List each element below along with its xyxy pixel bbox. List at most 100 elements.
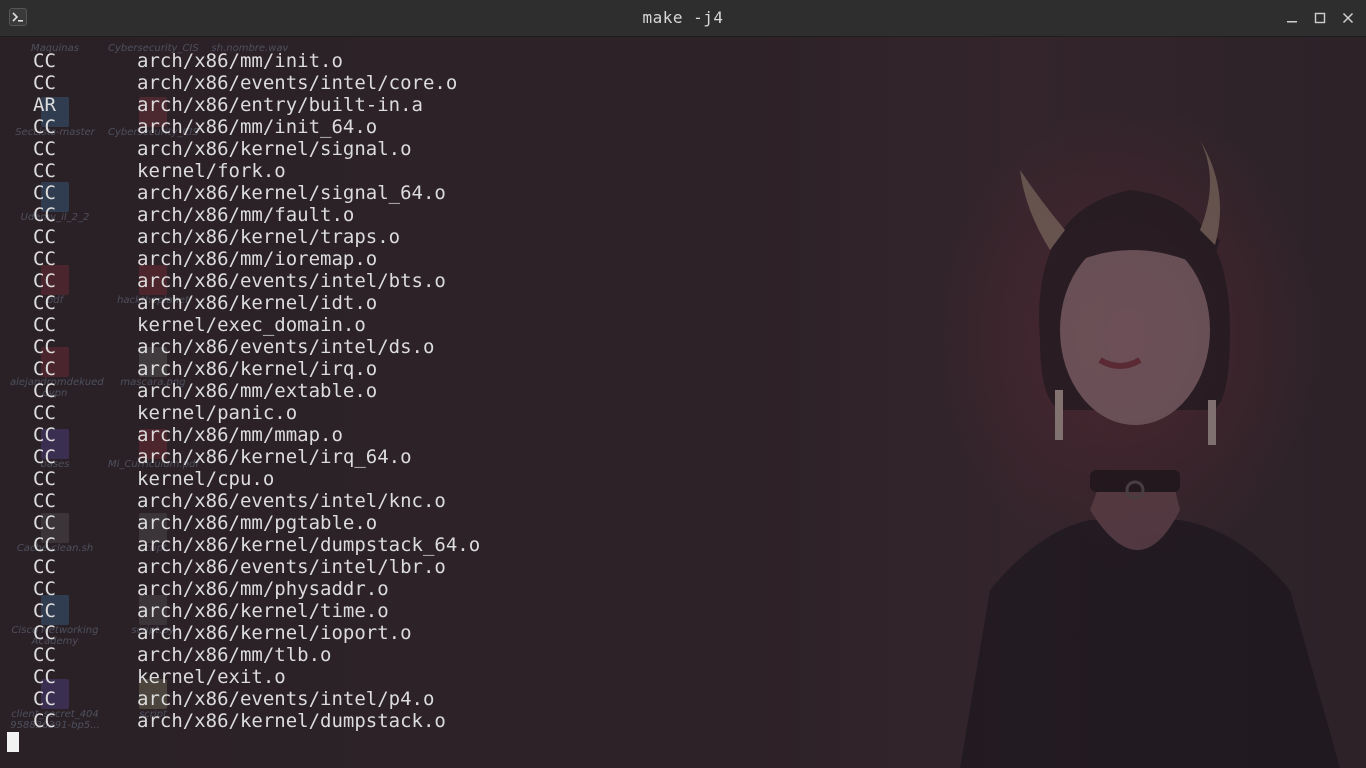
build-step: CC (33, 578, 56, 600)
output-line: CC arch/x86/kernel/irq.o (0, 358, 1366, 380)
close-icon[interactable] (1340, 10, 1356, 26)
output-line: CC arch/x86/kernel/idt.o (0, 292, 1366, 314)
build-step: CC (33, 182, 56, 204)
object-path: arch/x86/kernel/time.o (137, 600, 389, 622)
output-line: CC arch/x86/mm/init.o (0, 50, 1366, 72)
object-path: arch/x86/mm/pgtable.o (137, 512, 378, 534)
build-step: CC (33, 402, 56, 424)
build-step: CC (33, 72, 56, 94)
build-step: CC (33, 314, 56, 336)
object-path: arch/x86/events/intel/p4.o (137, 688, 435, 710)
build-step: AR (33, 94, 56, 116)
object-path: kernel/exit.o (137, 666, 286, 688)
object-path: arch/x86/mm/init_64.o (137, 116, 378, 138)
object-path: kernel/exec_domain.o (137, 314, 366, 336)
object-path: arch/x86/mm/tlb.o (137, 644, 332, 666)
build-step: CC (33, 292, 56, 314)
output-line: CC arch/x86/mm/tlb.o (0, 644, 1366, 666)
object-path: arch/x86/kernel/ioport.o (137, 622, 412, 644)
output-line: CC arch/x86/kernel/traps.o (0, 226, 1366, 248)
output-line: CC arch/x86/events/intel/lbr.o (0, 556, 1366, 578)
object-path: arch/x86/mm/extable.o (137, 380, 378, 402)
build-step: CC (33, 270, 56, 292)
object-path: kernel/panic.o (137, 402, 298, 424)
output-line: CC arch/x86/kernel/dumpstack.o (0, 710, 1366, 732)
output-line: CC arch/x86/events/intel/bts.o (0, 270, 1366, 292)
minimize-icon[interactable] (1284, 10, 1300, 26)
build-step: CC (33, 512, 56, 534)
output-line: CC arch/x86/events/intel/p4.o (0, 688, 1366, 710)
build-step: CC (33, 446, 56, 468)
object-path: arch/x86/kernel/traps.o (137, 226, 401, 248)
object-path: arch/x86/kernel/signal.o (137, 138, 412, 160)
build-step: CC (33, 490, 56, 512)
output-line: CC arch/x86/kernel/signal_64.o (0, 182, 1366, 204)
output-line: CC kernel/cpu.o (0, 468, 1366, 490)
object-path: arch/x86/kernel/irq_64.o (137, 446, 412, 468)
build-step: CC (33, 160, 56, 182)
object-path: arch/x86/kernel/irq.o (137, 358, 378, 380)
output-line: CC arch/x86/kernel/dumpstack_64.o (0, 534, 1366, 556)
terminal-window: Maquinas Cybersecurity_CIS sh.nombre.wav… (0, 0, 1366, 768)
output-line: CC arch/x86/events/intel/core.o (0, 72, 1366, 94)
text-cursor (7, 732, 19, 752)
output-line: CC arch/x86/mm/mmap.o (0, 424, 1366, 446)
title-bar[interactable]: make -j4 (0, 0, 1366, 37)
object-path: arch/x86/mm/physaddr.o (137, 578, 389, 600)
object-path: arch/x86/mm/mmap.o (137, 424, 343, 446)
object-path: arch/x86/mm/fault.o (137, 204, 355, 226)
object-path: arch/x86/events/intel/core.o (137, 72, 458, 94)
object-path: arch/x86/events/intel/lbr.o (137, 556, 446, 578)
object-path: arch/x86/kernel/idt.o (137, 292, 378, 314)
output-line: CC arch/x86/mm/init_64.o (0, 116, 1366, 138)
build-step: CC (33, 556, 56, 578)
maximize-icon[interactable] (1312, 10, 1328, 26)
build-step: CC (33, 226, 56, 248)
build-step: CC (33, 138, 56, 160)
build-step: CC (33, 424, 56, 446)
build-step: CC (33, 534, 56, 556)
output-line: CC arch/x86/mm/physaddr.o (0, 578, 1366, 600)
build-step: CC (33, 644, 56, 666)
object-path: arch/x86/kernel/dumpstack.o (137, 710, 446, 732)
output-line: CC arch/x86/mm/extable.o (0, 380, 1366, 402)
prompt-line[interactable] (0, 732, 1366, 754)
output-line: CC arch/x86/mm/pgtable.o (0, 512, 1366, 534)
build-step: CC (33, 622, 56, 644)
output-line: AR arch/x86/entry/built-in.a (0, 94, 1366, 116)
build-step: CC (33, 204, 56, 226)
build-step: CC (33, 116, 56, 138)
output-line: CC kernel/fork.o (0, 160, 1366, 182)
build-step: CC (33, 600, 56, 622)
object-path: arch/x86/events/intel/ds.o (137, 336, 435, 358)
output-line: CC arch/x86/mm/fault.o (0, 204, 1366, 226)
output-line: CC arch/x86/kernel/time.o (0, 600, 1366, 622)
window-controls (1284, 0, 1356, 36)
output-line: CC arch/x86/kernel/ioport.o (0, 622, 1366, 644)
window-title: make -j4 (642, 8, 724, 27)
object-path: arch/x86/events/intel/bts.o (137, 270, 446, 292)
object-path: kernel/fork.o (137, 160, 286, 182)
object-path: arch/x86/entry/built-in.a (137, 94, 423, 116)
build-step: CC (33, 50, 56, 72)
object-path: kernel/cpu.o (137, 468, 275, 490)
build-step: CC (33, 468, 56, 490)
output-line: CC arch/x86/kernel/irq_64.o (0, 446, 1366, 468)
output-line: CC arch/x86/mm/ioremap.o (0, 248, 1366, 270)
build-step: CC (33, 380, 56, 402)
build-step: CC (33, 688, 56, 710)
output-line: CC arch/x86/kernel/signal.o (0, 138, 1366, 160)
output-line: CC kernel/exit.o (0, 666, 1366, 688)
build-step: CC (33, 666, 56, 688)
build-step: CC (33, 248, 56, 270)
output-line: CC kernel/panic.o (0, 402, 1366, 424)
object-path: arch/x86/mm/init.o (137, 50, 343, 72)
build-step: CC (33, 710, 56, 732)
build-step: CC (33, 336, 56, 358)
build-step: CC (33, 358, 56, 380)
terminal-output[interactable]: CC arch/x86/mm/init.o CC arch/x86/events/i… (0, 37, 1366, 768)
object-path: arch/x86/kernel/signal_64.o (137, 182, 446, 204)
object-path: arch/x86/kernel/dumpstack_64.o (137, 534, 481, 556)
object-path: arch/x86/mm/ioremap.o (137, 248, 378, 270)
output-line: CC kernel/exec_domain.o (0, 314, 1366, 336)
